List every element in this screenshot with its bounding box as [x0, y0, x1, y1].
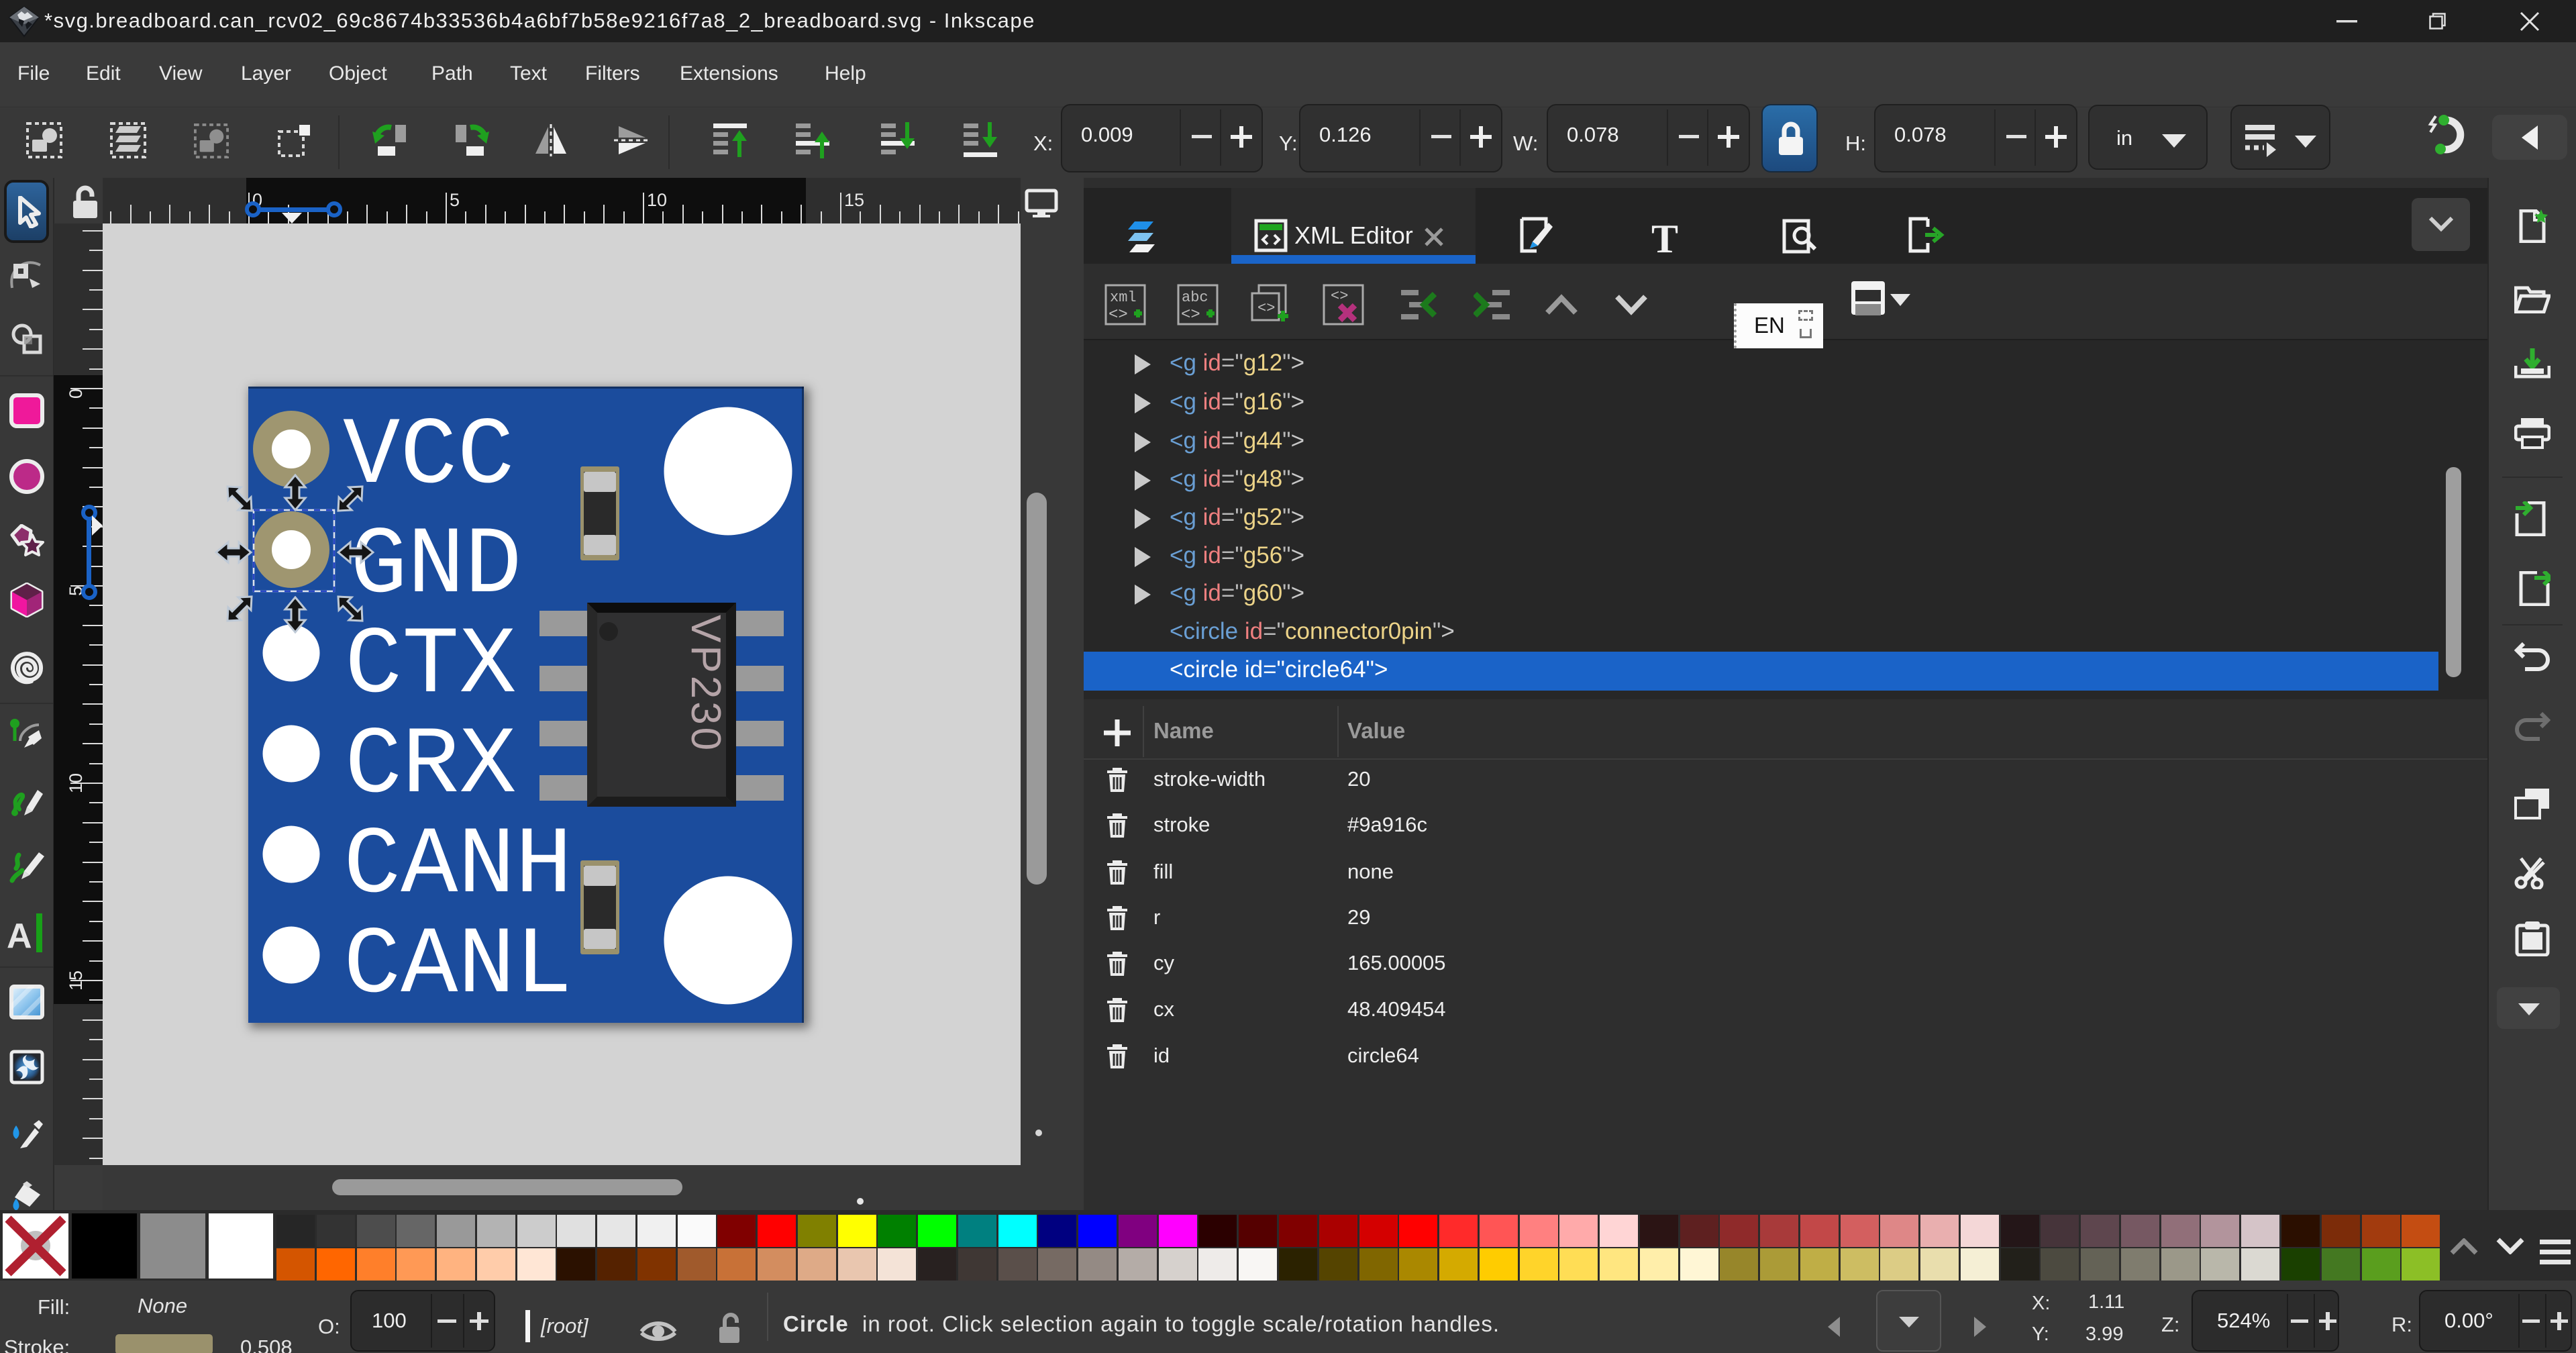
svg-text:<>: <>	[1109, 306, 1128, 324]
svg-text:xml: xml	[1110, 289, 1137, 306]
svg-text:<>: <>	[1331, 288, 1348, 305]
svg-text:<>: <>	[1181, 306, 1200, 324]
svg-text:<>: <>	[1257, 300, 1275, 317]
svg-text:abc: abc	[1182, 289, 1208, 306]
